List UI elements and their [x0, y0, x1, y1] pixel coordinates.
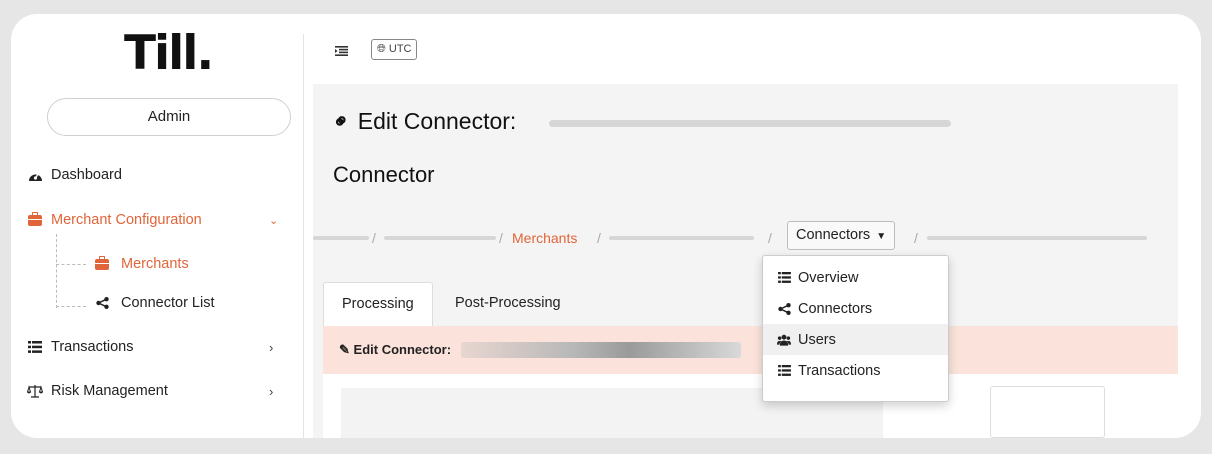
- menu-item-connectors[interactable]: Connectors: [763, 293, 948, 324]
- breadcrumb-separator: /: [914, 230, 918, 246]
- brand-logo[interactable]: Till.: [124, 30, 214, 77]
- edit-icon: ✎: [339, 342, 350, 357]
- breadcrumb-separator: /: [372, 230, 376, 246]
- chevron-down-icon: ⌄: [269, 214, 279, 227]
- list-icon: [27, 339, 43, 355]
- sidebar-subitem-label: Connector List: [121, 295, 215, 311]
- divider: [303, 34, 304, 438]
- breadcrumb-separator: /: [768, 230, 772, 246]
- tab-post-processing[interactable]: Post-Processing: [437, 282, 579, 326]
- link-icon: ⚭: [328, 108, 356, 136]
- connectors-dropdown-button[interactable]: Connectors ▼: [787, 221, 896, 250]
- menu-item-label: Users: [798, 331, 836, 348]
- dashboard-icon: [27, 167, 43, 183]
- panel-title: ✎ Edit Connector:: [339, 342, 452, 357]
- menu-item-transactions[interactable]: Transactions: [763, 355, 948, 386]
- menu-item-users[interactable]: Users: [763, 324, 948, 355]
- breadcrumb-redacted[interactable]: [313, 236, 369, 240]
- panel-header: ✎ Edit Connector:: [323, 326, 1178, 374]
- sidebar-item-merchant-configuration[interactable]: Merchant Configuration ⌄: [11, 208, 301, 232]
- share-icon: [777, 302, 791, 315]
- content-area: ⚭ Edit Connector: Connector / / Merchant…: [313, 84, 1178, 438]
- form-button[interactable]: [990, 386, 1105, 438]
- page-subtitle: Connector: [333, 162, 435, 187]
- menu-item-label: Transactions: [798, 362, 881, 379]
- timezone-label: UTC: [388, 43, 412, 55]
- menu-item-label: Overview: [798, 269, 859, 286]
- briefcase-icon: [93, 255, 111, 272]
- list-icon: [777, 272, 791, 283]
- chevron-right-icon: ›: [269, 339, 274, 355]
- breadcrumb-separator: /: [597, 230, 601, 246]
- app-window: Till. Admin Dashboard Merchant Configura…: [11, 14, 1201, 438]
- sidebar-item-risk-management[interactable]: Risk Management ›: [11, 379, 301, 403]
- breadcrumb-separator: /: [499, 230, 503, 246]
- role-switcher[interactable]: Admin: [47, 98, 291, 136]
- caret-down-icon: ▼: [876, 231, 887, 242]
- breadcrumb-merchants[interactable]: Merchants: [512, 230, 577, 246]
- breadcrumb-redacted: [927, 236, 1147, 240]
- list-icon: [777, 365, 791, 376]
- panel-body: [323, 374, 1178, 438]
- sidebar-item-transactions[interactable]: Transactions ›: [11, 335, 301, 359]
- breadcrumb-redacted[interactable]: [609, 236, 754, 240]
- redacted-name: [549, 120, 951, 127]
- connectors-button-label: Connectors: [796, 227, 871, 243]
- sidebar-item-label: Transactions: [51, 339, 134, 355]
- connectors-dropdown-menu: Overview Connectors Users Transactions: [762, 255, 949, 402]
- menu-item-overview[interactable]: Overview: [763, 262, 948, 293]
- sidebar: Till. Admin Dashboard Merchant Configura…: [11, 14, 301, 438]
- chevron-right-icon: ›: [269, 383, 274, 399]
- sidebar-subitem-merchants[interactable]: Merchants: [11, 252, 301, 276]
- sidebar-subitem-connector-list[interactable]: Connector List: [11, 291, 301, 315]
- timezone-badge[interactable]: 🌐︎ UTC: [371, 39, 418, 60]
- page-title: ⚭ Edit Connector:: [328, 108, 517, 136]
- briefcase-icon: [27, 211, 43, 228]
- sidebar-item-dashboard[interactable]: Dashboard: [11, 163, 301, 187]
- menu-item-label: Connectors: [798, 300, 873, 317]
- main-area: 🌐︎ UTC ⚭ Edit Connector: Connector / / M…: [301, 14, 1201, 438]
- scale-icon: [27, 383, 43, 399]
- sidebar-item-label: Dashboard: [51, 167, 122, 183]
- sidebar-item-label: Risk Management: [51, 383, 168, 399]
- users-icon: [777, 334, 791, 346]
- page-title-prefix: Edit Connector:: [357, 108, 517, 134]
- sidebar-subitem-label: Merchants: [121, 256, 189, 272]
- breadcrumb-redacted[interactable]: [384, 236, 496, 240]
- menu-toggle-icon[interactable]: [335, 45, 348, 59]
- redacted-name: [461, 342, 741, 358]
- share-icon: [93, 295, 111, 311]
- globe-icon: 🌐︎: [377, 43, 386, 55]
- tab-processing[interactable]: Processing: [323, 282, 433, 326]
- sidebar-item-label: Merchant Configuration: [51, 212, 202, 228]
